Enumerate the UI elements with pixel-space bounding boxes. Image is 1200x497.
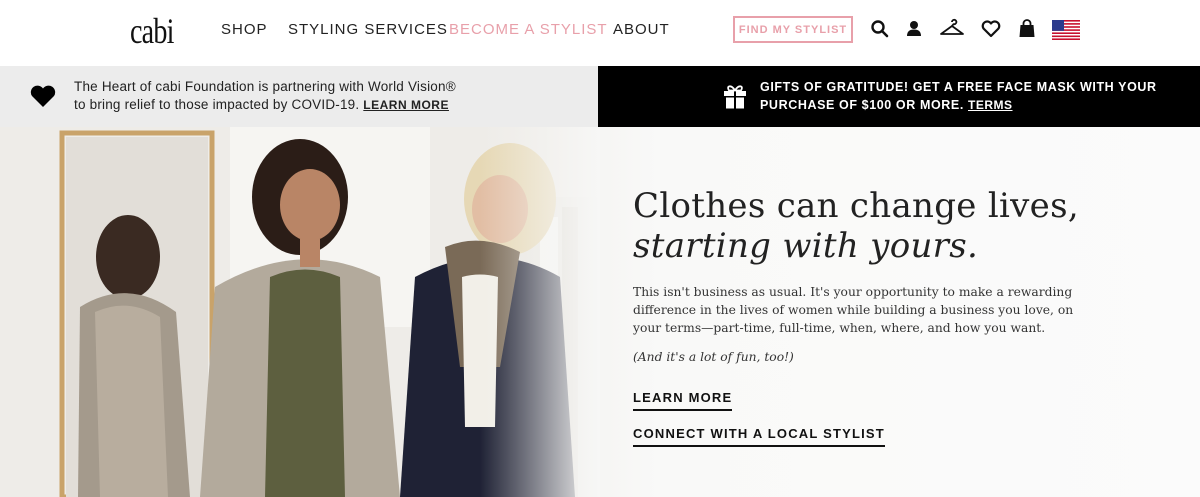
cabi-logo[interactable]: cabi: [130, 10, 174, 52]
wishlist-heart-icon[interactable]: [980, 18, 1002, 40]
hero-aside-text: (And it's a lot of fun, too!): [633, 350, 794, 364]
promo-terms-link[interactable]: TERMS: [968, 98, 1013, 112]
find-my-stylist-button[interactable]: FIND MY STYLIST: [733, 16, 853, 43]
shopping-bag-icon[interactable]: [1016, 18, 1038, 40]
promo-banner-line1: GIFTS OF GRATITUDE! GET A FREE FACE MASK…: [760, 80, 1157, 94]
nav-styling-services[interactable]: STYLING SERVICES: [288, 21, 448, 38]
nav-about[interactable]: ABOUT: [613, 21, 670, 38]
gift-icon: [722, 82, 748, 110]
hero-title-line1: Clothes can change lives,: [633, 186, 1079, 226]
hero-description: This isn't business as usual. It's your …: [633, 283, 1083, 337]
hero-photo: [0, 127, 600, 497]
foundation-learn-more-link[interactable]: LEARN MORE: [363, 98, 449, 112]
hero-description-line2: difference in the lives of women while b…: [633, 303, 1074, 317]
hero-section: Clothes can change lives, starting with …: [0, 127, 1200, 497]
foundation-banner-line2: to bring relief to those impacted by COV…: [74, 97, 360, 112]
heart-icon: [29, 83, 57, 109]
search-icon[interactable]: [869, 18, 891, 40]
account-icon[interactable]: [903, 18, 925, 40]
hanger-icon[interactable]: [939, 18, 965, 40]
promo-banner: GIFTS OF GRATITUDE! GET A FREE FACE MASK…: [598, 66, 1200, 127]
promo-banner-line2: PURCHASE OF $100 OR MORE.: [760, 98, 964, 112]
nav-become-a-stylist[interactable]: BECOME A STYLIST: [449, 21, 608, 38]
learn-more-link[interactable]: LEARN MORE: [633, 390, 733, 411]
hero-title-line2: starting with yours.: [633, 226, 979, 266]
nav-shop[interactable]: SHOP: [221, 21, 268, 38]
us-flag-icon[interactable]: [1052, 18, 1080, 40]
site-header: cabi SHOP STYLING SERVICES BECOME A STYL…: [0, 0, 1200, 66]
hero-description-line3: your terms—part-time, full-time, when, w…: [633, 321, 1046, 335]
foundation-banner-line1: The Heart of cabi Foundation is partneri…: [74, 79, 456, 94]
promo-banner-text: GIFTS OF GRATITUDE! GET A FREE FACE MASK…: [760, 78, 1157, 114]
hero-title: Clothes can change lives, starting with …: [633, 186, 1079, 266]
foundation-banner: The Heart of cabi Foundation is partneri…: [0, 66, 598, 127]
hero-description-line1: This isn't business as usual. It's your …: [633, 285, 1073, 299]
connect-local-stylist-link[interactable]: CONNECT WITH A LOCAL STYLIST: [633, 426, 885, 447]
foundation-banner-text: The Heart of cabi Foundation is partneri…: [74, 78, 456, 114]
